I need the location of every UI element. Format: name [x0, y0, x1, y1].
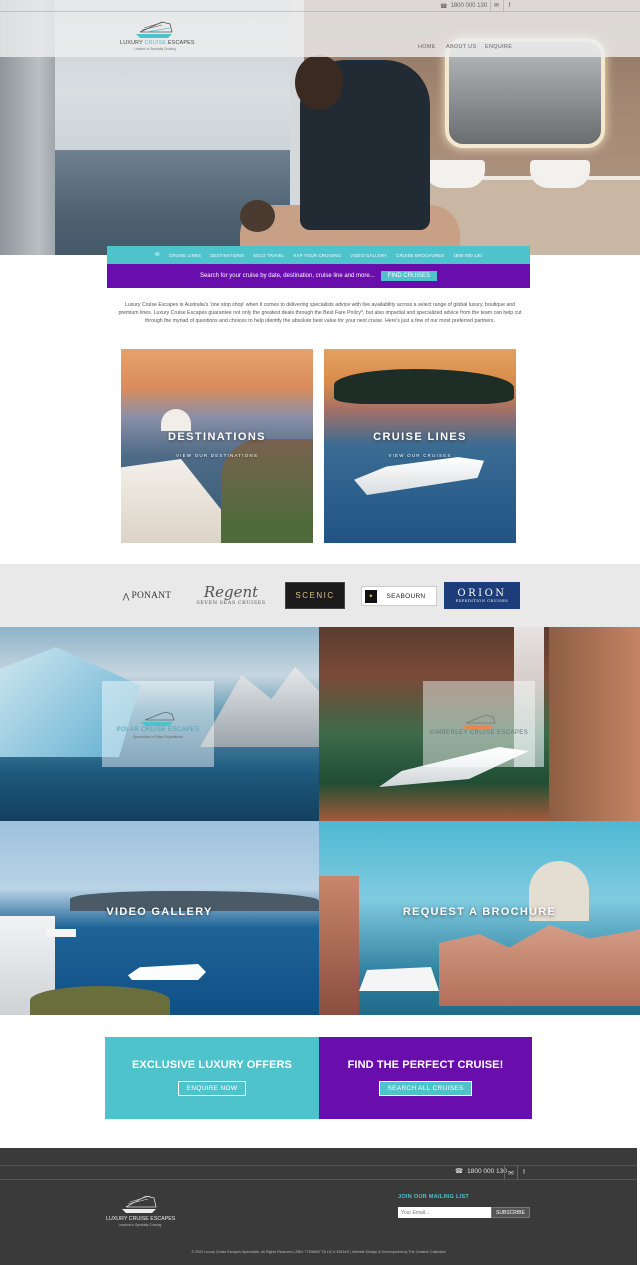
phone-icon: ☎ [440, 3, 448, 10]
kimberley-cruise-escapes-tile[interactable]: KIMBERLEY CRUISE ESCAPES [319, 627, 640, 821]
email-field[interactable] [398, 1207, 491, 1218]
subnav-cruise-lines[interactable]: CRUISE LINES [169, 253, 201, 258]
subnav-kap-your-cruising[interactable]: KAP YOUR CRUISING [294, 253, 342, 258]
topbar-phone-number: 1800 000 130 [450, 3, 488, 9]
destinations-title: DESTINATIONS [168, 431, 266, 443]
facebook-icon[interactable]: f [517, 1166, 530, 1179]
facebook-icon[interactable]: f [503, 0, 515, 11]
footer-logo[interactable]: LUXURY CRUISE ESCAPES Leaders in Special… [106, 1189, 175, 1231]
search-all-cruises-button[interactable]: SEARCH ALL CRUISES [378, 1081, 473, 1096]
page: ☎ 1800 000 130 ✉ f LUXURY CRUISE ESCAPES… [0, 0, 640, 1265]
phone-icon: ☎ [455, 1168, 464, 1175]
copyright-text: © 2020 Luxury Cruise Escapes Specialists… [191, 1250, 446, 1254]
scenic-logo[interactable]: SCENIC [285, 582, 345, 609]
ship-logo-icon [141, 711, 175, 726]
site-footer: ☎ 1800 000 130 ✉ f LUXURY CRUISE ESCAPES… [0, 1148, 637, 1265]
site-logo[interactable]: LUXURY CRUISE ESCAPES Leaders in Special… [120, 16, 195, 54]
subnav-phone[interactable]: 1800 000 130 [453, 253, 482, 258]
exclusive-offers-panel: EXCLUSIVE LUXURY OFFERS ENQUIRE NOW [105, 1037, 319, 1119]
subnav-cruise-brochures[interactable]: CRUISE BROCHURES [396, 253, 444, 258]
seabourn-mark-icon: ✦ [365, 590, 377, 603]
video-gallery-title: VIDEO GALLERY [106, 906, 213, 918]
email-icon[interactable]: ✉ [504, 1166, 517, 1179]
ship-logo-icon [462, 714, 496, 729]
subnav-video-gallery[interactable]: VIDEO GALLERY [350, 253, 387, 258]
ship-logo-icon [136, 21, 173, 38]
logo-name: LUXURY CRUISE ESCAPES [120, 40, 195, 46]
footer-phone[interactable]: ☎ 1800 000 130 [455, 1167, 507, 1176]
find-cruise-panel: FIND THE PERFECT CRUISE! SEARCH ALL CRUI… [319, 1037, 532, 1119]
subnav-destinations[interactable]: DESTINATIONS [210, 253, 244, 258]
request-brochure-title: REQUEST A BROCHURE [402, 906, 557, 918]
request-brochure-tile[interactable]: REQUEST A BROCHURE [319, 821, 640, 1015]
topbar-divider [0, 11, 640, 12]
destinations-link[interactable]: VIEW OUR DESTINATIONS [121, 453, 313, 458]
search-bar: Search for your cruise by date, destinat… [107, 264, 530, 288]
cruise-lines-title: CRUISE LINES [373, 431, 467, 443]
destinations-tile[interactable]: DESTINATIONS VIEW OUR DESTINATIONS [121, 349, 313, 543]
site-header [0, 0, 640, 57]
mailing-list-title: JOIN OUR MAILING LIST [398, 1194, 470, 1200]
nav-about-us[interactable]: ABOUT US [446, 44, 476, 50]
logo-tagline: Leaders in Specialty Cruising [134, 47, 176, 51]
search-prompt: Search for your cruise by date, destinat… [199, 273, 375, 279]
video-gallery-tile[interactable]: VIDEO GALLERY [0, 821, 319, 1015]
sub-navigation: ✉ CRUISE LINES DESTINATIONS SOLO TRAVEL … [107, 246, 530, 264]
find-cruises-button[interactable]: FIND CRUISES [380, 271, 438, 281]
email-icon[interactable]: ✉ [155, 252, 160, 258]
ship-logo-icon [122, 1195, 157, 1213]
orion-logo[interactable]: ORION EXPEDITION CRUISES [444, 582, 520, 609]
subscribe-button[interactable]: SUBSCRIBE [491, 1207, 530, 1218]
polar-logo-box: POLAR CRUISE ESCAPES Specialists in Pola… [102, 681, 214, 767]
kimberley-logo-box: KIMBERLEY CRUISE ESCAPES [423, 681, 535, 767]
cruise-lines-tile[interactable]: CRUISE LINES VIEW OUR CRUISES [324, 349, 516, 543]
polar-cruise-escapes-tile[interactable]: POLAR CRUISE ESCAPES Specialists in Pola… [0, 627, 319, 821]
nav-home[interactable]: HOME [418, 44, 436, 50]
seabourn-logo[interactable]: ✦ SEABOURN [361, 586, 437, 606]
exclusive-offers-title: EXCLUSIVE LUXURY OFFERS [132, 1059, 292, 1071]
cruise-lines-link[interactable]: VIEW OUR CRUISES [324, 453, 516, 458]
ponant-logo[interactable]: ⋀ PONANT [113, 588, 181, 604]
enquire-now-button[interactable]: ENQUIRE NOW [177, 1081, 247, 1096]
nav-enquire[interactable]: ENQUIRE [485, 44, 512, 50]
subnav-solo-travel[interactable]: SOLO TRAVEL [253, 253, 285, 258]
find-cruise-title: FIND THE PERFECT CRUISE! [347, 1059, 504, 1071]
regent-logo[interactable]: Regent SEVEN SEAS CRUISES [195, 580, 267, 610]
ponant-mark-icon: ⋀ [122, 591, 130, 601]
email-icon[interactable]: ✉ [490, 0, 502, 11]
topbar-phone[interactable]: ☎ 1800 000 130 [440, 1, 487, 11]
intro-text: Luxury Cruise Escapes is Australia's 'on… [118, 302, 522, 324]
